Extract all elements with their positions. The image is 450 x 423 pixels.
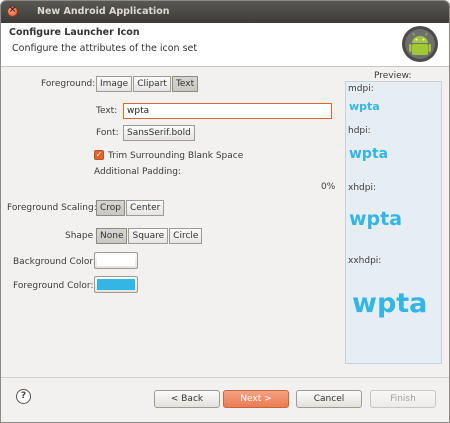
trim-checkbox[interactable]: ✓ xyxy=(94,150,104,160)
shape-circle-button[interactable]: Circle xyxy=(169,228,203,244)
page-title: Configure Launcher Icon xyxy=(9,27,140,38)
text-label: Text: xyxy=(96,106,118,116)
foreground-color-button[interactable] xyxy=(94,276,138,293)
preview-hdpi-icon: wpta xyxy=(349,146,389,162)
padding-value: 0% xyxy=(321,182,336,192)
foreground-image-button[interactable]: Image xyxy=(96,76,133,92)
wizard-window: × New Android Application Configure Laun… xyxy=(0,0,450,423)
preview-hdpi-label: hdpi: xyxy=(348,126,371,136)
back-button[interactable]: < Back xyxy=(154,390,220,408)
trim-label: Trim Surrounding Blank Space xyxy=(108,151,244,161)
shape-label: Shape xyxy=(65,231,94,241)
page-description: Configure the attributes of the icon set xyxy=(12,43,198,54)
preview-xhdpi-label: xhdpi: xyxy=(348,183,376,193)
cancel-button[interactable]: Cancel xyxy=(296,390,362,408)
finish-button[interactable]: Finish xyxy=(370,390,436,408)
foreground-text-button[interactable]: Text xyxy=(171,76,199,92)
preview-xhdpi-icon: wpta xyxy=(349,208,403,230)
preview-xxhdpi-label: xxhdpi: xyxy=(348,256,382,266)
android-logo-icon xyxy=(402,26,438,62)
window-title: New Android Application xyxy=(37,6,170,17)
scaling-selector: Crop Center xyxy=(96,200,165,216)
font-button[interactable]: SansSerif.bold xyxy=(123,125,195,141)
foreground-clipart-button[interactable]: Clipart xyxy=(133,76,171,92)
foreground-color-swatch xyxy=(97,279,135,290)
foreground-color-label: Foreground Color: xyxy=(13,281,94,291)
shape-selector: None Square Circle xyxy=(96,228,203,244)
shape-none-button[interactable]: None xyxy=(96,228,128,244)
help-icon: ? xyxy=(20,391,27,401)
close-window-button[interactable]: × xyxy=(7,5,18,17)
preview-xxhdpi-icon: wpta xyxy=(352,288,428,319)
scaling-crop-button[interactable]: Crop xyxy=(96,200,126,216)
background-color-label: Background Color: xyxy=(13,257,96,267)
close-icon: × xyxy=(8,5,17,15)
preview-mdpi-label: mdpi: xyxy=(348,84,374,94)
scaling-label: Foreground Scaling: xyxy=(7,203,97,213)
padding-label: Additional Padding: xyxy=(94,167,181,177)
checkmark-icon: ✓ xyxy=(95,150,103,159)
background-color-swatch xyxy=(97,255,135,266)
preview-panel: mdpi: wpta hdpi: wpta xhdpi: wpta xxhdpi… xyxy=(345,81,442,364)
help-button[interactable]: ? xyxy=(16,389,31,404)
wizard-header: Configure Launcher Icon Configure the at… xyxy=(1,23,449,67)
background-color-button[interactable] xyxy=(94,252,138,269)
text-input[interactable] xyxy=(123,103,332,119)
title-bar: × New Android Application xyxy=(1,1,449,23)
preview-mdpi-icon: wpta xyxy=(349,100,380,113)
font-selector: SansSerif.bold xyxy=(123,125,196,141)
scaling-center-button[interactable]: Center xyxy=(126,200,165,216)
foreground-label: Foreground: xyxy=(41,79,96,89)
foreground-selector: Image Clipart Text xyxy=(96,76,199,92)
next-button[interactable]: Next > xyxy=(223,390,289,408)
preview-label: Preview: xyxy=(374,71,412,81)
shape-square-button[interactable]: Square xyxy=(128,228,169,244)
font-label: Font: xyxy=(96,128,119,138)
footer-divider xyxy=(1,377,449,378)
